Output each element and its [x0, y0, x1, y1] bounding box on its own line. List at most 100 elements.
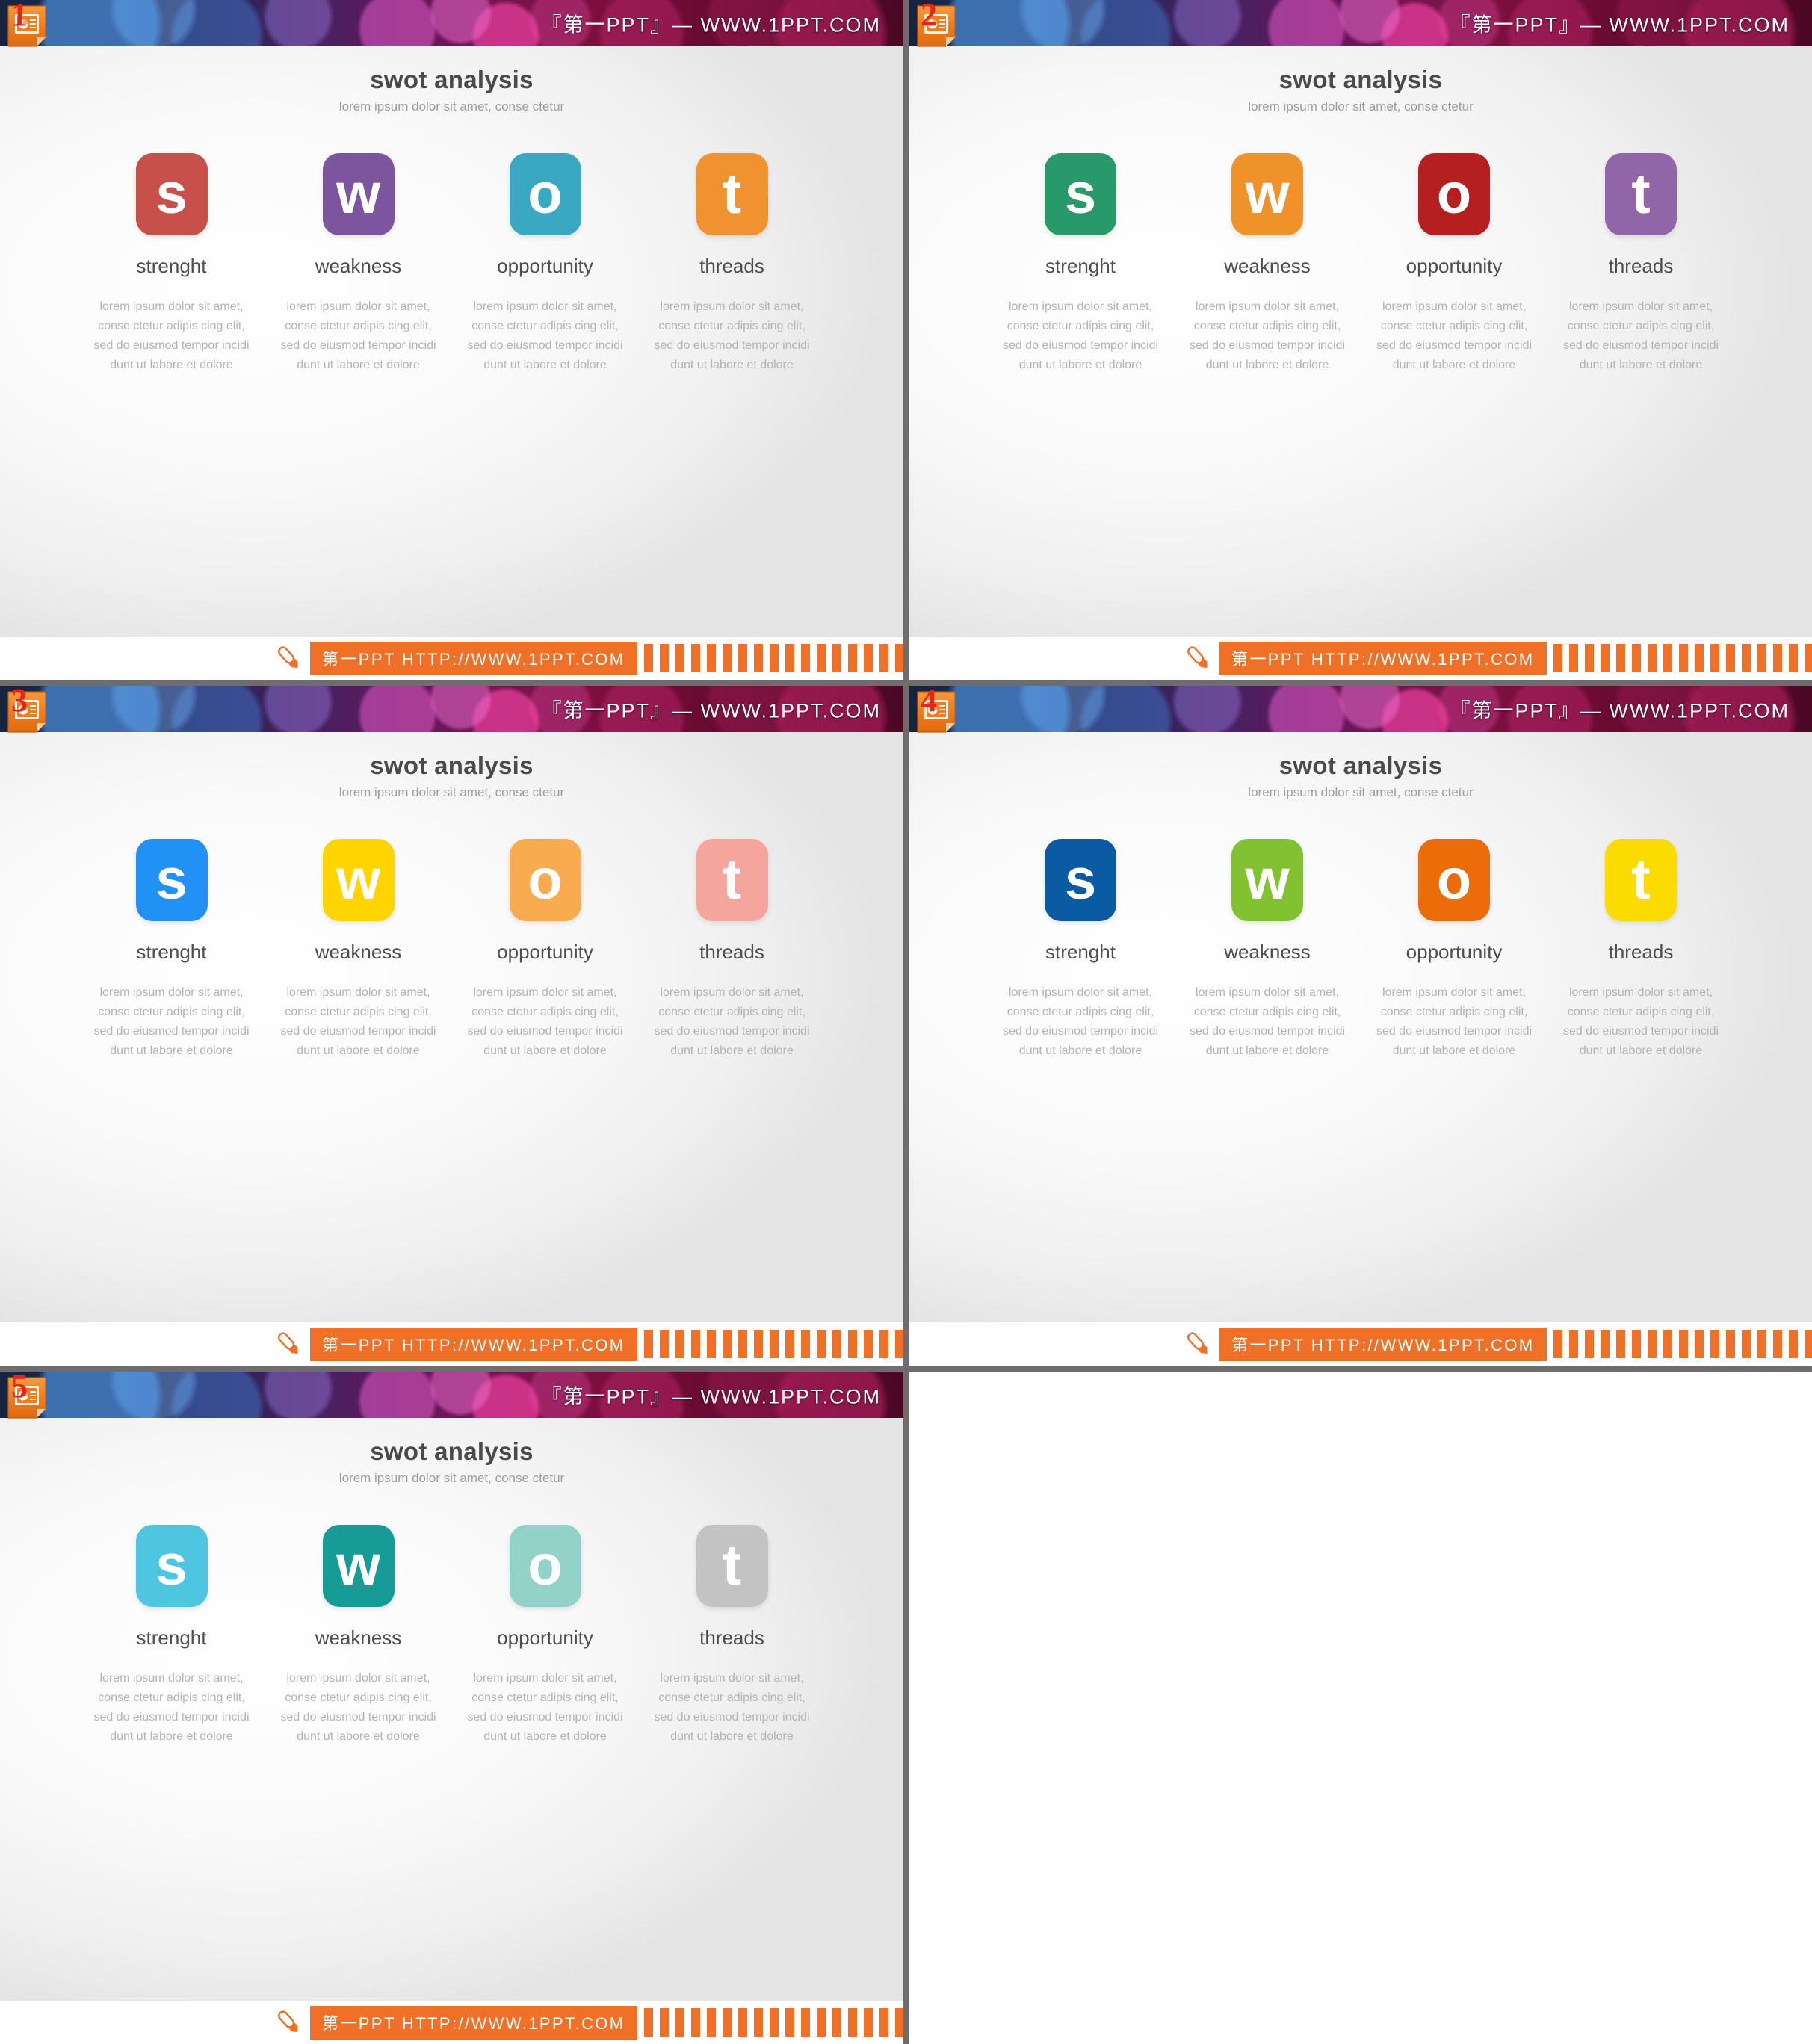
swot-description: lorem ipsum dolor sit amet, conse ctetur…	[654, 986, 810, 1057]
swot-letter-tile-s[interactable]: s	[1045, 839, 1116, 921]
swot-description: lorem ipsum dolor sit amet, conse ctetur…	[93, 300, 250, 371]
swot-letter-tile-w[interactable]: w	[322, 1525, 395, 1607]
slide-thumbnail-2[interactable]: 『第一PPT』— WWW.1PPT.COM 2 swot analysis lorem…	[909, 0, 1812, 680]
slide-footer: 第一PPT HTTP://WWW.1PPT.COM	[909, 637, 1812, 680]
stripe-decoration	[643, 1330, 903, 1358]
banner-title: 『第一PPT』— WWW.1PPT.COM	[1450, 699, 1790, 722]
grid-separator-horizontal	[909, 680, 1812, 686]
swot-letter-tile-w[interactable]: w	[322, 839, 395, 921]
swot-column-strenght[interactable]: s strenght lorem ipsum dolor sit amet, con…	[91, 153, 252, 375]
grid-separator-cross	[903, 680, 909, 686]
swot-column-opportunity[interactable]: o opportunity lorem ipsum dolor sit amet, …	[465, 1525, 625, 1747]
swot-column-threads[interactable]: t threads lorem ipsum dolor sit amet, cons…	[652, 839, 812, 1061]
footer-url-label: 第一PPT HTTP://WWW.1PPT.COM	[1219, 641, 1547, 675]
swot-description: lorem ipsum dolor sit amet, conse ctetur…	[467, 986, 623, 1057]
page-title: swot analysis	[370, 66, 534, 93]
swot-column-weakness[interactable]: w weakness lorem ipsum dolor sit amet, con…	[278, 839, 439, 1061]
slide-banner: 『第一PPT』— WWW.1PPT.COM	[909, 0, 1812, 46]
swot-column-strenght[interactable]: s strenght lorem ipsum dolor sit amet, con…	[91, 839, 252, 1061]
swot-letter-tile-o[interactable]: o	[509, 839, 581, 921]
slide-number-badge: 4	[921, 686, 937, 719]
slide-footer: 第一PPT HTTP://WWW.1PPT.COM	[0, 637, 903, 680]
swot-description: lorem ipsum dolor sit amet, conse ctetur…	[1562, 300, 1719, 371]
swot-column-opportunity[interactable]: o opportunity lorem ipsum dolor sit amet, …	[465, 839, 625, 1061]
swot-column-threads[interactable]: t threads lorem ipsum dolor sit amet, cons…	[652, 1525, 812, 1747]
pencil-icon	[273, 2007, 304, 2038]
stripe-decoration	[1553, 1330, 1812, 1358]
swot-letter-tile-s[interactable]: s	[135, 153, 208, 235]
swot-description: lorem ipsum dolor sit amet, conse ctetur…	[654, 1672, 810, 1743]
slide-thumbnail-5[interactable]: 『第一PPT』— WWW.1PPT.COM 5 swot analysis lorem…	[0, 1372, 903, 2044]
swot-letter-tile-s[interactable]: s	[1045, 153, 1116, 235]
swot-letter-tile-o[interactable]: o	[509, 153, 581, 235]
stripe-decoration	[643, 644, 903, 672]
slide-number-badge: 1	[11, 0, 28, 33]
swot-column-opportunity[interactable]: o opportunity lorem ipsum dolor sit amet, …	[1374, 153, 1535, 375]
swot-column-weakness[interactable]: w weakness lorem ipsum dolor sit amet, con…	[278, 1525, 439, 1747]
powerpoint-file-icon: 1	[7, 0, 47, 48]
swot-letter-tile-t[interactable]: t	[1605, 153, 1677, 235]
swot-column-opportunity[interactable]: o opportunity lorem ipsum dolor sit amet, …	[1374, 839, 1535, 1061]
slide-content: swot analysis lorem ipsum dolor sit amet,…	[909, 46, 1812, 680]
swot-column-weakness[interactable]: w weakness lorem ipsum dolor sit amet, con…	[1187, 153, 1348, 375]
swot-description: lorem ipsum dolor sit amet, conse ctetur…	[1189, 300, 1346, 371]
banner-title: 『第一PPT』— WWW.1PPT.COM	[541, 1385, 881, 1408]
page-title: swot analysis	[370, 1437, 534, 1465]
swot-letter-tile-s[interactable]: s	[135, 839, 208, 921]
powerpoint-file-icon: 4	[916, 686, 956, 734]
footer-url-label: 第一PPT HTTP://WWW.1PPT.COM	[310, 1327, 637, 1361]
swot-column-weakness[interactable]: w weakness lorem ipsum dolor sit amet, con…	[278, 153, 439, 375]
heading-block: swot analysis lorem ipsum dolor sit amet,…	[909, 732, 1812, 800]
swot-letter-tile-w[interactable]: w	[1231, 839, 1303, 921]
slide-footer: 第一PPT HTTP://WWW.1PPT.COM	[0, 2001, 903, 2044]
slide-thumbnail-3[interactable]: 『第一PPT』— WWW.1PPT.COM 3 swot analysis lorem…	[0, 686, 903, 1366]
footer-url-label: 第一PPT HTTP://WWW.1PPT.COM	[310, 2005, 637, 2040]
swot-letter-tile-o[interactable]: o	[1418, 839, 1490, 921]
swot-letter-tile-w[interactable]: w	[322, 153, 395, 235]
slide-content: swot analysis lorem ipsum dolor sit amet,…	[0, 732, 903, 1366]
swot-label: threads	[699, 941, 764, 963]
heading-block: swot analysis lorem ipsum dolor sit amet,…	[0, 732, 903, 800]
swot-letter-tile-o[interactable]: o	[509, 1525, 581, 1607]
page-subtitle: lorem ipsum dolor sit amet, conse ctetur	[338, 785, 565, 799]
grid-separator-cross	[903, 1366, 909, 1372]
swot-letter-tile-o[interactable]: o	[1418, 153, 1490, 235]
swot-column-strenght[interactable]: s strenght lorem ipsum dolor sit amet, con…	[1001, 153, 1161, 375]
heading-block: swot analysis lorem ipsum dolor sit amet,…	[0, 46, 903, 114]
swot-label: threads	[699, 255, 764, 277]
swot-column-strenght[interactable]: s strenght lorem ipsum dolor sit amet, con…	[91, 1525, 252, 1747]
banner-title: 『第一PPT』— WWW.1PPT.COM	[541, 13, 881, 37]
swot-column-threads[interactable]: t threads lorem ipsum dolor sit amet, cons…	[1561, 839, 1722, 1061]
swot-letter-tile-w[interactable]: w	[1231, 153, 1303, 235]
slide-banner: 『第一PPT』— WWW.1PPT.COM	[0, 1372, 903, 1418]
page-subtitle: lorem ipsum dolor sit amet, conse ctetur	[338, 99, 565, 114]
swot-letter-tile-t[interactable]: t	[696, 153, 768, 235]
stripe-decoration	[1553, 644, 1812, 672]
swot-letter-tile-t[interactable]: t	[696, 839, 768, 921]
swot-letter-tile-t[interactable]: t	[1605, 839, 1677, 921]
swot-label: opportunity	[497, 1626, 593, 1649]
pencil-icon	[1182, 642, 1213, 674]
slide-thumbnail-1[interactable]: 『第一PPT』— WWW.1PPT.COM 1 swot analysis lorem…	[0, 0, 903, 680]
slide-thumbnail-grid: 『第一PPT』— WWW.1PPT.COM 1 swot analysis lorem…	[0, 0, 1812, 2044]
footer-url-label: 第一PPT HTTP://WWW.1PPT.COM	[1219, 1327, 1547, 1361]
swot-description: lorem ipsum dolor sit amet, conse ctetur…	[1002, 986, 1159, 1057]
swot-label: weakness	[1224, 255, 1311, 277]
swot-column-threads[interactable]: t threads lorem ipsum dolor sit amet, cons…	[652, 153, 812, 375]
swot-letter-tile-s[interactable]: s	[135, 1525, 208, 1607]
slide-thumbnail-4[interactable]: 『第一PPT』— WWW.1PPT.COM 4 swot analysis lorem…	[909, 686, 1812, 1366]
swot-label: opportunity	[1406, 255, 1503, 277]
swot-column-threads[interactable]: t threads lorem ipsum dolor sit amet, cons…	[1561, 153, 1722, 375]
grid-separator-horizontal	[0, 1366, 903, 1372]
slide-number-badge: 3	[11, 686, 28, 719]
swot-column-opportunity[interactable]: o opportunity lorem ipsum dolor sit amet, …	[465, 153, 625, 375]
swot-letter-tile-t[interactable]: t	[696, 1525, 768, 1607]
heading-block: swot analysis lorem ipsum dolor sit amet,…	[0, 1418, 903, 1486]
grid-separator-horizontal	[909, 1366, 1812, 1372]
swot-label: strenght	[1045, 255, 1116, 277]
swot-column-weakness[interactable]: w weakness lorem ipsum dolor sit amet, con…	[1187, 839, 1348, 1061]
grid-separator-vertical	[903, 0, 909, 680]
swot-column-strenght[interactable]: s strenght lorem ipsum dolor sit amet, con…	[1001, 839, 1161, 1061]
swot-description: lorem ipsum dolor sit amet, conse ctetur…	[1562, 986, 1719, 1057]
slide-number-badge: 2	[921, 0, 937, 33]
